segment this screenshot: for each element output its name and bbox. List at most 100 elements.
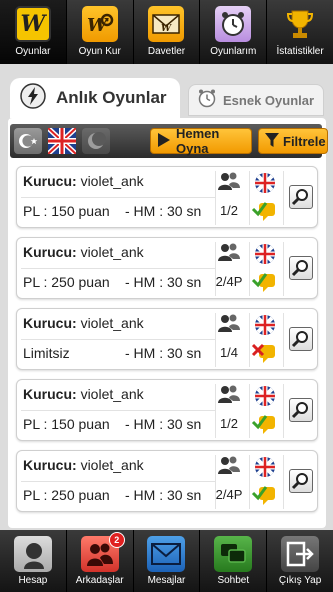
- bottom-nav-label: Arkadaşlar: [75, 575, 124, 586]
- divider: [249, 242, 250, 296]
- divider: [21, 339, 215, 340]
- creator-name: violet_ank: [80, 315, 144, 331]
- bottom-nav-logout[interactable]: Çıkış Yap: [267, 530, 333, 592]
- player-slots: 2/4P: [215, 487, 243, 502]
- svg-text:W: W: [161, 24, 172, 34]
- players-icon: [217, 384, 241, 404]
- divider: [21, 197, 215, 198]
- mail-icon: [147, 536, 186, 572]
- points-limit: PL : 250 puan: [23, 274, 110, 290]
- gears-icon: W: [81, 6, 118, 42]
- players-icon: [217, 313, 241, 333]
- divider: [21, 481, 215, 482]
- uk-flag-icon: [255, 244, 275, 264]
- moon-icon: [88, 132, 106, 149]
- divider: [249, 313, 250, 367]
- creator-line: Kurucu: violet_ank: [23, 315, 144, 331]
- creator-label: Kurucu:: [23, 173, 77, 189]
- divider: [283, 242, 284, 296]
- divider: [283, 455, 284, 509]
- creator-line: Kurucu: violet_ank: [23, 173, 144, 189]
- move-time: - HM : 30 sn: [125, 274, 202, 290]
- alarm-clock-icon: [197, 88, 217, 113]
- bottom-nav-messages[interactable]: Mesajlar: [134, 530, 201, 592]
- divider: [21, 410, 215, 411]
- filter-label: Filtrele: [283, 133, 326, 149]
- nav-label: Oyunlar: [15, 46, 51, 57]
- points-limit: Limitsiz: [23, 345, 70, 361]
- filter-bar: Hemen Oyna Filtrele: [10, 124, 328, 158]
- play-now-label: Hemen Oyna: [176, 126, 220, 156]
- divider: [249, 455, 250, 509]
- search-icon[interactable]: [289, 327, 313, 351]
- search-icon[interactable]: [289, 469, 313, 493]
- creator-label: Kurucu:: [23, 315, 77, 331]
- nav-item-games[interactable]: W Oyunlar: [0, 0, 67, 71]
- play-icon: [157, 132, 171, 151]
- move-time: - HM : 30 sn: [125, 345, 202, 361]
- tab-live-games[interactable]: Anlık Oyunlar: [10, 78, 180, 118]
- creator-name: violet_ank: [80, 457, 144, 473]
- exit-icon: [281, 536, 320, 572]
- top-nav: W Oyunlar W Oyun Kur W Davetler Oyunları…: [0, 0, 333, 71]
- nav-item-statistics[interactable]: İstatistikler: [267, 0, 333, 64]
- chat-icon: [214, 536, 253, 572]
- moon-toggle[interactable]: [82, 128, 110, 154]
- lightning-icon: [20, 82, 46, 114]
- turkish-flag-icon: [19, 134, 38, 148]
- envelope-icon: W: [148, 6, 185, 42]
- chat-allowed-icon: [251, 410, 277, 434]
- player-slots: 1/2: [219, 203, 239, 218]
- move-time: - HM : 30 sn: [125, 416, 202, 432]
- filter-button[interactable]: Filtrele: [258, 128, 328, 154]
- bottom-nav-label: Hesap: [18, 575, 48, 586]
- trophy-icon: [282, 6, 318, 42]
- points-limit: PL : 250 puan: [23, 487, 110, 503]
- nav-item-create-game[interactable]: W Oyun Kur: [67, 0, 134, 64]
- creator-label: Kurucu:: [23, 457, 77, 473]
- creator-line: Kurucu: violet_ank: [23, 386, 144, 402]
- bottom-nav-chat[interactable]: Sohbet: [200, 530, 268, 592]
- tab-flexible-games[interactable]: Esnek Oyunlar: [188, 84, 324, 116]
- creator-name: violet_ank: [80, 244, 144, 260]
- creator-label: Kurucu:: [23, 386, 77, 402]
- nav-item-invitations[interactable]: W Davetler: [134, 0, 201, 64]
- alarm-clock-icon: [215, 6, 252, 42]
- creator-name: violet_ank: [80, 386, 144, 402]
- game-card[interactable]: Kurucu: violet_ank Limitsiz - HM : 30 sn…: [16, 308, 318, 370]
- bottom-nav: Hesap 2 Arkadaşlar Mesajlar Sohbet Çıkış…: [0, 530, 333, 592]
- nav-label: Davetler: [147, 46, 186, 57]
- search-icon[interactable]: [289, 185, 313, 209]
- tab-label: Esnek Oyunlar: [223, 92, 315, 108]
- notification-badge: 2: [108, 532, 125, 548]
- chat-allowed-icon: [251, 481, 277, 505]
- uk-flag-toggle[interactable]: [46, 126, 78, 156]
- nav-label: Oyun Kur: [78, 46, 121, 57]
- turkish-flag-toggle[interactable]: [14, 128, 42, 154]
- chat-allowed-icon: [251, 197, 277, 221]
- divider: [21, 268, 215, 269]
- bottom-nav-friends[interactable]: 2 Arkadaşlar: [67, 530, 134, 592]
- bottom-nav-label: Sohbet: [217, 575, 250, 586]
- play-now-button[interactable]: Hemen Oyna: [150, 126, 252, 156]
- players-icon: [217, 171, 241, 191]
- game-card[interactable]: Kurucu: violet_ank PL : 150 puan - HM : …: [16, 379, 318, 441]
- move-time: - HM : 30 sn: [125, 203, 202, 219]
- creator-label: Kurucu:: [23, 244, 77, 260]
- uk-flag-icon: [255, 315, 275, 335]
- divider: [283, 313, 284, 367]
- funnel-icon: [265, 132, 279, 151]
- divider: [283, 384, 284, 438]
- game-card[interactable]: Kurucu: violet_ank PL : 150 puan - HM : …: [16, 166, 318, 228]
- nav-item-my-games[interactable]: Oyunlarım: [200, 0, 268, 64]
- player-slots: 1/4: [219, 345, 239, 360]
- game-card[interactable]: Kurucu: violet_ank PL : 250 puan - HM : …: [16, 450, 318, 512]
- game-card[interactable]: Kurucu: violet_ank PL : 250 puan - HM : …: [16, 237, 318, 299]
- uk-flag-icon: [255, 457, 275, 477]
- divider: [249, 384, 250, 438]
- players-icon: [217, 455, 241, 475]
- bottom-nav-account[interactable]: Hesap: [0, 530, 67, 592]
- divider: [249, 171, 250, 225]
- search-icon[interactable]: [289, 256, 313, 280]
- search-icon[interactable]: [289, 398, 313, 422]
